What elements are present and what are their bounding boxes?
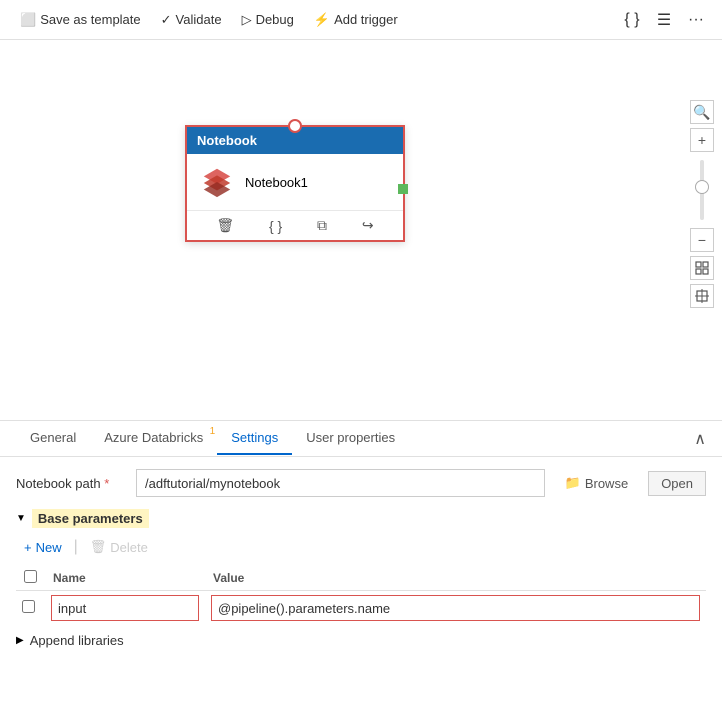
code-view-button[interactable]: { } (618, 6, 646, 34)
add-trigger-label: Add trigger (334, 12, 398, 27)
bottom-panel: General Azure Databricks 1 Settings User… (0, 420, 722, 725)
notebook-path-input[interactable] (136, 469, 545, 497)
notebook-node[interactable]: Notebook Notebook1 🗑 { } ⧉ ↪ (185, 125, 405, 242)
param-name-input[interactable] (51, 595, 199, 621)
zoom-slider[interactable] (700, 160, 704, 220)
section-actions: + New | 🗑 Delete (16, 536, 706, 558)
node-copy-icon[interactable]: ⧉ (317, 217, 327, 234)
zoom-in-button[interactable]: + (690, 128, 714, 152)
param-value-input[interactable] (211, 595, 700, 621)
col-check-header (16, 566, 45, 591)
save-template-label: Save as template (40, 12, 140, 27)
row-value-cell[interactable] (205, 591, 706, 626)
validate-label: Validate (176, 12, 222, 27)
node-delete-icon[interactable]: 🗑 (216, 217, 234, 234)
browse-label: Browse (585, 476, 628, 491)
parameters-table: Name Value (16, 566, 706, 625)
zoom-out-button[interactable]: − (690, 228, 714, 252)
value-header-label: Value (213, 571, 244, 585)
append-expand-icon: ▶ (16, 635, 24, 646)
browse-button[interactable]: 📁 Browse (555, 471, 639, 495)
node-arrow-icon[interactable]: ↪ (362, 217, 374, 234)
zoom-thumb[interactable] (695, 180, 709, 194)
databricks-icon (199, 164, 235, 200)
open-label: Open (661, 476, 693, 491)
debug-label: Debug (256, 12, 294, 27)
node-name: Notebook1 (245, 175, 308, 190)
tab-general-label: General (30, 430, 76, 445)
row-name-cell[interactable] (45, 591, 205, 626)
settings-content: Notebook path * 📁 Browse Open ▼ Base par… (0, 457, 722, 725)
canvas-area: 🔍 + − Notebook (0, 40, 722, 420)
tab-user-properties-label: User properties (306, 430, 395, 445)
open-button[interactable]: Open (648, 471, 706, 496)
params-table-body (16, 591, 706, 626)
tab-azure-databricks-badge: 1 (210, 426, 216, 437)
row-checkbox-cell (16, 591, 45, 626)
trigger-icon: ⚡ (314, 12, 330, 28)
col-name-header: Name (45, 566, 205, 591)
append-libraries-section[interactable]: ▶ Append libraries (16, 633, 706, 648)
section-divider: | (74, 538, 78, 556)
notebook-path-label: Notebook path * (16, 476, 126, 491)
select-all-checkbox[interactable] (24, 570, 37, 583)
node-code-icon[interactable]: { } (269, 218, 282, 234)
tab-user-properties[interactable]: User properties (292, 422, 409, 455)
name-header-label: Name (53, 571, 86, 585)
tab-settings-label: Settings (231, 430, 278, 445)
debug-icon: ▷ (242, 12, 252, 28)
notebook-path-row: Notebook path * 📁 Browse Open (16, 469, 706, 497)
trash-icon: 🗑 (90, 539, 107, 555)
params-header-row: Name Value (16, 566, 706, 591)
validate-icon: ✓ (161, 12, 172, 28)
new-label: New (36, 540, 62, 555)
node-status-dot (398, 184, 408, 194)
delete-parameter-button[interactable]: 🗑 Delete (82, 536, 156, 558)
debug-button[interactable]: ▷ Debug (234, 8, 302, 32)
params-table-head: Name Value (16, 566, 706, 591)
more-options-button[interactable]: ··· (682, 6, 710, 34)
node-header-label: Notebook (197, 133, 257, 148)
toolbar: ⬜ Save as template ✓ Validate ▷ Debug ⚡ … (0, 0, 722, 40)
tab-settings[interactable]: Settings (217, 422, 292, 455)
zoom-fit2-button[interactable] (690, 284, 714, 308)
section-collapse-icon: ▼ (16, 513, 26, 524)
list-view-button[interactable]: ☰ (650, 6, 678, 34)
save-template-button[interactable]: ⬜ Save as template (12, 8, 149, 32)
folder-icon: 📁 (565, 475, 581, 491)
node-footer: 🗑 { } ⧉ ↪ (187, 210, 403, 240)
required-indicator: * (104, 476, 109, 491)
search-button[interactable]: 🔍 (690, 100, 714, 124)
zoom-controls: 🔍 + − (690, 100, 714, 308)
row-checkbox[interactable] (22, 600, 35, 613)
tab-azure-databricks-label: Azure Databricks (104, 430, 203, 445)
tabs: General Azure Databricks 1 Settings User… (0, 421, 722, 457)
node-body: Notebook1 (187, 154, 403, 210)
delete-label: Delete (110, 540, 148, 555)
new-parameter-button[interactable]: + New (16, 537, 70, 558)
col-value-header: Value (205, 566, 706, 591)
table-row (16, 591, 706, 626)
tab-azure-databricks[interactable]: Azure Databricks 1 (90, 422, 217, 455)
append-libraries-label: Append libraries (30, 633, 124, 648)
add-trigger-button[interactable]: ⚡ Add trigger (306, 8, 406, 32)
save-icon: ⬜ (20, 12, 36, 28)
tab-general[interactable]: General (16, 422, 90, 455)
node-connection-top (288, 119, 302, 133)
zoom-fit-button[interactable] (690, 256, 714, 280)
plus-icon: + (24, 540, 32, 555)
base-parameters-title: Base parameters (32, 509, 149, 528)
tabs-collapse-button[interactable]: ∧ (694, 429, 706, 449)
validate-button[interactable]: ✓ Validate (153, 8, 230, 32)
base-parameters-section-header[interactable]: ▼ Base parameters (16, 509, 706, 528)
